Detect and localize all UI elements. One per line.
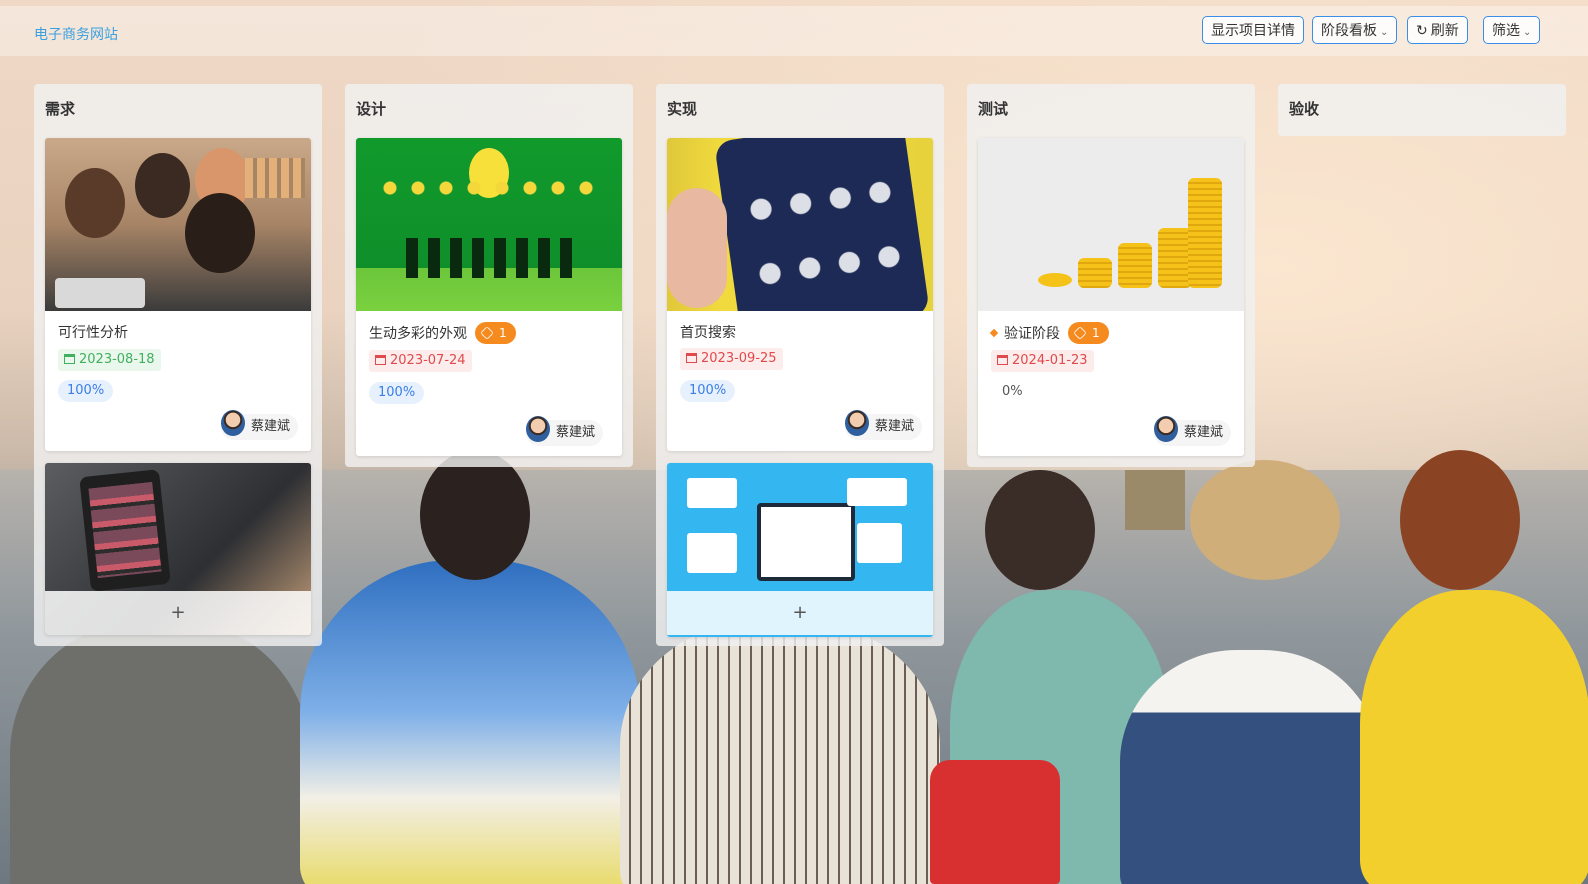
column-header: 需求 [45, 100, 76, 118]
add-card-button[interactable]: + [45, 591, 311, 635]
subtask-count-badge: 1 [1068, 322, 1109, 344]
stage-board-dropdown[interactable]: 阶段看板 ⌄ [1312, 16, 1398, 44]
avatar [526, 416, 550, 442]
owner-name: 蔡建斌 [875, 419, 915, 434]
filter-dropdown[interactable]: 筛选 ⌄ [1483, 16, 1541, 44]
column-testing: 测试 验证阶段 1 2024-01-23 0% 蔡建斌 [967, 84, 1255, 467]
progress-badge: 100% [369, 382, 425, 404]
person-silhouette [10, 620, 310, 884]
owner-tag[interactable]: 蔡建斌 [221, 410, 299, 440]
column-header: 设计 [356, 100, 387, 118]
column-header: 验收 [1289, 100, 1320, 118]
subtask-count: 1 [499, 326, 507, 340]
due-date-badge: 2023-08-18 [58, 349, 161, 371]
calendar-icon [686, 353, 697, 363]
column-design: 设计 生动多彩的外观 1 2023-07-24 100% 蔡建斌 [345, 84, 633, 467]
avatar [1154, 416, 1178, 442]
show-details-label: 显示项目详情 [1211, 23, 1295, 39]
owner-name: 蔡建斌 [251, 419, 291, 434]
top-bar: 电子商务网站 显示项目详情 阶段看板 ⌄ ↻ 刷新 筛选 ⌄ [0, 6, 1588, 56]
refresh-icon: ↻ [1416, 23, 1428, 39]
card-cover-image [45, 138, 311, 311]
progress-badge: 100% [680, 380, 736, 402]
red-bag [930, 760, 1060, 884]
card-cover-image [667, 138, 933, 311]
person-silhouette [1360, 590, 1588, 884]
task-card[interactable]: 可行性分析 2023-08-18 100% 蔡建斌 [45, 138, 311, 451]
filter-label: 筛选 [1492, 23, 1520, 39]
subtask-count-badge: 1 [475, 322, 516, 344]
due-date-badge: 2023-09-25 [680, 348, 783, 370]
card-title: 生动多彩的外观 1 [369, 322, 516, 344]
person-head [1400, 450, 1520, 590]
person-head [985, 470, 1095, 590]
column-acceptance: 验收 [1278, 84, 1566, 136]
task-card[interactable]: 首页搜索 2023-09-25 100% 蔡建斌 [667, 138, 933, 451]
column-implementation: 实现 首页搜索 2023-09-25 100% 蔡建斌 + [656, 84, 944, 646]
refresh-button[interactable]: ↻ 刷新 [1407, 16, 1468, 44]
task-card[interactable]: + [667, 463, 933, 637]
card-title-text: 验证阶段 [1004, 326, 1060, 342]
progress-badge: 0% [1002, 384, 1023, 399]
calendar-icon [997, 355, 1008, 365]
task-card[interactable]: 验证阶段 1 2024-01-23 0% 蔡建斌 [978, 138, 1244, 456]
task-card[interactable]: + [45, 463, 311, 635]
card-cover-image [356, 138, 622, 311]
card-title: 验证阶段 1 [989, 322, 1109, 344]
due-date-badge: 2024-01-23 [991, 350, 1094, 372]
pier [1125, 470, 1185, 530]
progress-badge: 100% [58, 380, 114, 402]
due-date: 2023-09-25 [701, 351, 777, 366]
avatar [221, 410, 245, 436]
show-project-details-button[interactable]: 显示项目详情 [1202, 16, 1304, 44]
person-silhouette [1120, 650, 1380, 884]
person-hat [1190, 460, 1340, 580]
owner-name: 蔡建斌 [1184, 425, 1224, 440]
card-cover-image [978, 138, 1244, 311]
column-requirements: 需求 可行性分析 2023-08-18 100% 蔡建斌 + [34, 84, 322, 646]
stage-board-label: 阶段看板 [1321, 23, 1377, 39]
add-card-button[interactable]: + [667, 591, 933, 635]
owner-name: 蔡建斌 [556, 425, 596, 440]
calendar-icon [375, 355, 386, 365]
due-date: 2023-08-18 [79, 352, 155, 367]
avatar [845, 410, 869, 436]
calendar-icon [64, 354, 75, 364]
chevron-down-icon: ⌄ [1380, 27, 1389, 38]
owner-tag[interactable]: 蔡建斌 [526, 416, 604, 446]
column-header: 测试 [978, 100, 1009, 118]
due-date: 2024-01-23 [1012, 353, 1088, 368]
person-silhouette [620, 620, 940, 884]
card-title: 首页搜索 [680, 325, 736, 341]
card-title-text: 生动多彩的外观 [369, 326, 467, 342]
priority-diamond-icon [989, 328, 999, 338]
owner-tag[interactable]: 蔡建斌 [845, 410, 923, 440]
refresh-label: 刷新 [1430, 23, 1459, 39]
cube-icon [480, 326, 494, 340]
task-card[interactable]: 生动多彩的外观 1 2023-07-24 100% 蔡建斌 [356, 138, 622, 456]
due-date: 2023-07-24 [390, 353, 466, 368]
person-silhouette [300, 560, 640, 884]
column-header: 实现 [667, 100, 698, 118]
chevron-down-icon: ⌄ [1523, 27, 1532, 38]
project-title[interactable]: 电子商务网站 [34, 24, 118, 44]
card-title: 可行性分析 [58, 325, 128, 341]
owner-tag[interactable]: 蔡建斌 [1154, 416, 1232, 446]
subtask-count: 1 [1092, 326, 1100, 340]
due-date-badge: 2023-07-24 [369, 350, 472, 372]
cube-icon [1073, 326, 1087, 340]
person-head [420, 450, 530, 580]
